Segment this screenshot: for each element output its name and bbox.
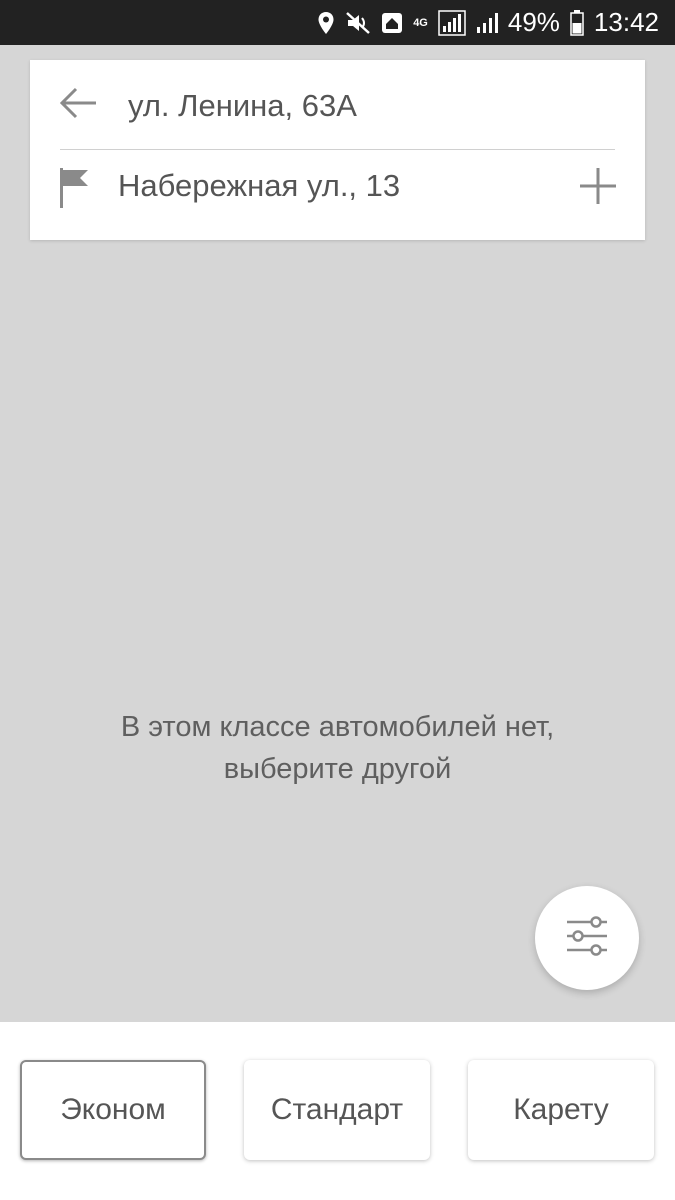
flag-icon: [58, 168, 92, 208]
route-from-row[interactable]: ул. Ленина, 63А: [30, 60, 645, 150]
route-to-row[interactable]: Набережная ул., 13: [30, 150, 645, 240]
battery-percent: 49%: [507, 7, 560, 37]
back-arrow-icon: [58, 86, 98, 125]
add-stop-button[interactable]: [578, 166, 618, 206]
clock: 13:42: [593, 7, 659, 37]
sliders-icon: [565, 915, 609, 962]
class-econom-button[interactable]: Эконом: [20, 1060, 206, 1160]
route-to-address[interactable]: Набережная ул., 13: [118, 168, 400, 204]
battery-icon: [570, 9, 584, 36]
class-standard-button[interactable]: Стандарт: [244, 1060, 430, 1160]
car-class-panel: Эконом Стандарт Карету: [0, 1022, 675, 1200]
home-icon: [381, 12, 403, 34]
signal-icon: [438, 9, 466, 36]
empty-state-line1: В этом классе автомобилей нет,: [120, 711, 555, 743]
route-from-address[interactable]: ул. Ленина, 63А: [128, 88, 357, 124]
status-bar: 4G 49% 13:42: [0, 0, 675, 45]
mute-icon: [345, 11, 371, 35]
filter-button[interactable]: [535, 886, 639, 990]
route-card: ул. Ленина, 63А Набережная ул., 13: [30, 60, 645, 240]
plus-icon: [578, 168, 618, 210]
signal-icon: [476, 11, 498, 35]
empty-state-line2: выберите другой: [223, 753, 452, 785]
location-icon: [317, 11, 335, 35]
back-button[interactable]: [56, 85, 100, 125]
4g-icon: 4G: [413, 16, 428, 29]
empty-state-message: В этом классе автомобилей нет, выберите …: [0, 706, 675, 790]
class-carriage-button[interactable]: Карету: [468, 1060, 654, 1160]
